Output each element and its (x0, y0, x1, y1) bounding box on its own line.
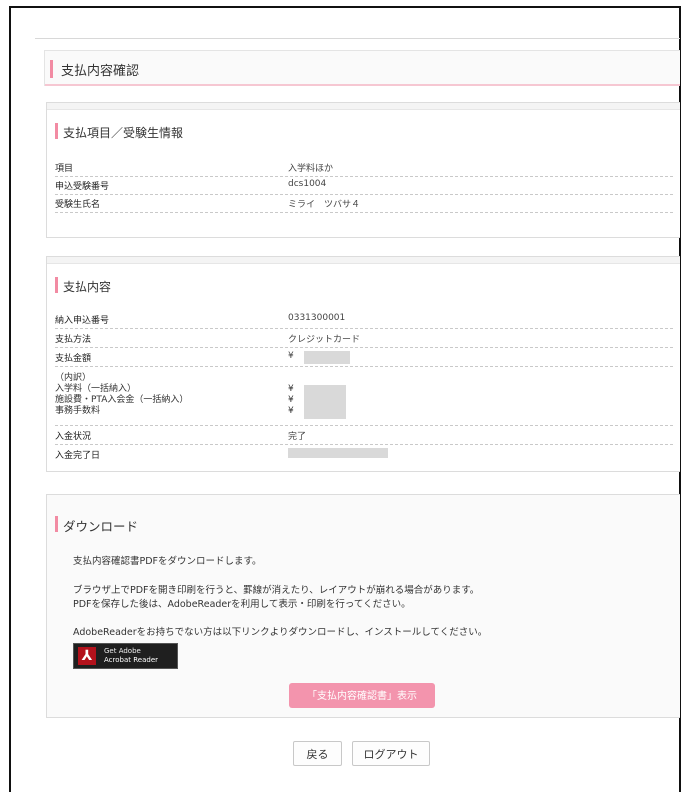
header-underline (45, 84, 680, 86)
payment-method: クレジットカード (288, 335, 361, 345)
section-accent-mark (55, 123, 58, 139)
table-row: 入金状況 完了 (55, 426, 673, 445)
download-description: 支払内容確認書PDFをダウンロードします。 (73, 556, 262, 567)
redacted-breakdown (304, 385, 346, 419)
page-header: 支払内容確認 (44, 50, 680, 86)
breakdown-item: 施設費・PTA入会金（一括納入） (55, 395, 189, 405)
top-divider (35, 38, 680, 39)
table-row: 申込受験番号 dcs1004 (55, 176, 673, 195)
section-accent-mark (55, 277, 58, 293)
payment-status: 完了 (288, 432, 307, 442)
redacted-amount (304, 351, 350, 364)
row-value: dcs1004 (288, 179, 327, 189)
row-label: 入金完了日 (55, 451, 101, 461)
applicant-section-title: 支払項目／受験生情報 (63, 126, 184, 140)
yen-sign: ¥ (288, 384, 294, 394)
header-accent-mark (50, 60, 53, 78)
table-row: 入金完了日 (55, 445, 673, 463)
payment-number: 0331300001 (288, 313, 346, 323)
payment-panel: 支払内容 納入申込番号 0331300001 支払方法 クレジットカード 支払金… (46, 256, 680, 472)
row-label: 項目 (55, 164, 74, 174)
acrobat-icon: ⅄ (78, 647, 96, 665)
breakdown-heading: （内訳） (55, 373, 92, 383)
row-label: 支払方法 (55, 335, 92, 345)
download-instruction: PDFを保存した後は、AdobeReaderを利用して表示・印刷を行ってください… (73, 599, 411, 610)
back-button[interactable]: 戻る (293, 741, 342, 766)
row-label: 納入申込番号 (55, 316, 110, 326)
table-row: 受験生氏名 ミライ ツバサ４ (55, 194, 673, 213)
row-value: ミライ ツバサ４ (288, 200, 361, 210)
redacted-date (288, 448, 388, 458)
row-label: 支払金額 (55, 354, 92, 364)
table-row: 納入申込番号 0331300001 (55, 310, 673, 329)
panel-top-strip (47, 257, 680, 264)
panel-top-strip (47, 103, 680, 110)
logout-button[interactable]: ログアウト (352, 741, 430, 766)
badge-top-text: Get Adobe (104, 647, 141, 655)
table-row: 支払金額 ¥ (55, 348, 673, 367)
table-row: 支払方法 クレジットカード (55, 329, 673, 348)
breakdown-row: （内訳） 入学料（一括納入） 施設費・PTA入会金（一括納入） 事務手数料 ¥ … (55, 367, 673, 426)
amount-prefix: ¥ (288, 351, 294, 361)
section-accent-mark (55, 516, 58, 532)
applicant-panel: 支払項目／受験生情報 項目 入学料ほか 申込受験番号 dcs1004 受験生氏名… (46, 102, 680, 238)
breakdown-item: 事務手数料 (55, 406, 101, 416)
table-row: 項目 入学料ほか (55, 158, 673, 177)
yen-sign: ¥ (288, 395, 294, 405)
breakdown-item: 入学料（一括納入） (55, 384, 137, 394)
row-label: 入金状況 (55, 432, 92, 442)
row-label: 受験生氏名 (55, 200, 101, 210)
row-label: 申込受験番号 (55, 182, 110, 192)
adobe-instruction: AdobeReaderをお持ちでない方は以下リンクよりダウンロードし、インストー… (73, 627, 488, 638)
download-panel: ダウンロード 支払内容確認書PDFをダウンロードします。 ブラウザ上でPDFを開… (46, 494, 680, 718)
show-pdf-button[interactable]: 「支払内容確認書」表示 (289, 683, 435, 708)
badge-bottom-text: Acrobat Reader (104, 656, 158, 664)
page-title: 支払内容確認 (61, 64, 140, 79)
payment-section-title: 支払内容 (63, 280, 112, 294)
get-adobe-reader-link[interactable]: ⅄ Get Adobe Acrobat Reader (73, 643, 178, 669)
download-section-title: ダウンロード (63, 519, 139, 534)
yen-sign: ¥ (288, 406, 294, 416)
download-warning: ブラウザ上でPDFを開き印刷を行うと、罫線が消えたり、レイアウトが崩れる場合があ… (73, 585, 480, 596)
row-value: 入学料ほか (288, 164, 334, 174)
